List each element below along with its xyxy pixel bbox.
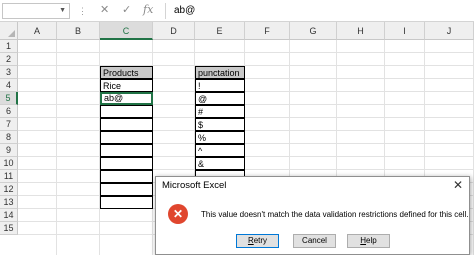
- row-header-3[interactable]: 3: [0, 66, 18, 79]
- product-cell[interactable]: Rice: [100, 79, 153, 92]
- gridline: [18, 130, 474, 131]
- enter-icon[interactable]: ✓: [122, 3, 131, 17]
- gridline: [18, 117, 474, 118]
- row-header-6[interactable]: 6: [0, 105, 18, 118]
- close-icon[interactable]: ✕: [453, 178, 463, 192]
- select-all-button[interactable]: [0, 22, 18, 40]
- product-cell[interactable]: [100, 144, 153, 157]
- column-header-c[interactable]: C: [100, 22, 153, 40]
- gridline: [56, 40, 57, 255]
- row-header-7[interactable]: 7: [0, 118, 18, 131]
- product-cell[interactable]: [100, 196, 153, 209]
- column-header-d[interactable]: D: [153, 22, 195, 40]
- gridline: [18, 143, 474, 144]
- product-cell[interactable]: [100, 118, 153, 131]
- name-box[interactable]: ▼: [2, 3, 70, 19]
- row-header-2[interactable]: 2: [0, 53, 18, 66]
- row-header-9[interactable]: 9: [0, 144, 18, 157]
- gridline: [18, 91, 474, 92]
- excel-window: ▼ ⋮ ✕ ✓ fx ab@ A B C D E F G H I J 1 2 3 4 5 6 7 8 9 10 11 12…: [0, 0, 474, 255]
- column-header-a[interactable]: A: [18, 22, 57, 40]
- row-header-5[interactable]: 5: [0, 92, 18, 105]
- punctuation-cell[interactable]: #: [195, 105, 245, 118]
- row-header-13[interactable]: 13: [0, 196, 18, 209]
- punctuation-cell[interactable]: @: [195, 92, 245, 105]
- insert-function-icon[interactable]: fx: [143, 3, 153, 17]
- row-header-11[interactable]: 11: [0, 170, 18, 183]
- punctuation-cell[interactable]: $: [195, 118, 245, 131]
- help-label: elp: [366, 236, 377, 245]
- row-header-12[interactable]: 12: [0, 183, 18, 196]
- formula-bar: ▼ ⋮ ✕ ✓ fx ab@: [0, 0, 474, 22]
- dialog-message: This value doesn't match the data valida…: [201, 210, 469, 219]
- row-header-15[interactable]: 15: [0, 222, 18, 235]
- gridline: [18, 104, 474, 105]
- product-cell[interactable]: [100, 183, 153, 196]
- formula-input[interactable]: ab@: [165, 3, 472, 19]
- help-button[interactable]: Help: [347, 234, 390, 248]
- punctuation-header-cell[interactable]: punctation: [195, 66, 245, 79]
- retry-button[interactable]: Retry: [236, 234, 279, 248]
- cancel-button[interactable]: Cancel: [293, 234, 336, 248]
- active-cell[interactable]: ab@: [100, 92, 153, 105]
- product-cell[interactable]: [100, 131, 153, 144]
- product-cell[interactable]: [100, 105, 153, 118]
- gridline: [18, 156, 474, 157]
- column-header-e[interactable]: E: [195, 22, 245, 40]
- gridline: [18, 65, 474, 66]
- row-header-10[interactable]: 10: [0, 157, 18, 170]
- chevron-down-icon[interactable]: ▼: [59, 7, 66, 14]
- row-header-1[interactable]: 1: [0, 40, 18, 53]
- product-cell[interactable]: [100, 157, 153, 170]
- gridline: [18, 52, 474, 53]
- punctuation-cell[interactable]: %: [195, 131, 245, 144]
- punctuation-cell[interactable]: &: [195, 157, 245, 170]
- gridline: [18, 78, 474, 79]
- row-header-14[interactable]: 14: [0, 209, 18, 222]
- dialog-title: Microsoft Excel: [162, 180, 227, 191]
- column-header-b[interactable]: B: [57, 22, 100, 40]
- product-cell[interactable]: [100, 170, 153, 183]
- error-icon: ✕: [168, 204, 188, 224]
- retry-label: etry: [253, 236, 268, 245]
- column-header-f[interactable]: F: [245, 22, 290, 40]
- column-header-g[interactable]: G: [290, 22, 337, 40]
- column-header-h[interactable]: H: [337, 22, 385, 40]
- punctuation-cell[interactable]: ^: [195, 144, 245, 157]
- drag-handle-icon[interactable]: ⋮: [78, 6, 87, 17]
- cancel-icon[interactable]: ✕: [100, 3, 109, 17]
- row-header-4[interactable]: 4: [0, 79, 18, 92]
- validation-error-dialog: Microsoft Excel ✕ ✕ This value doesn't m…: [155, 176, 470, 255]
- column-header-j[interactable]: J: [425, 22, 474, 40]
- column-header-i[interactable]: I: [385, 22, 425, 40]
- row-header-8[interactable]: 8: [0, 131, 18, 144]
- products-header-cell[interactable]: Products: [100, 66, 153, 79]
- punctuation-cell[interactable]: !: [195, 79, 245, 92]
- gridline: [18, 169, 474, 170]
